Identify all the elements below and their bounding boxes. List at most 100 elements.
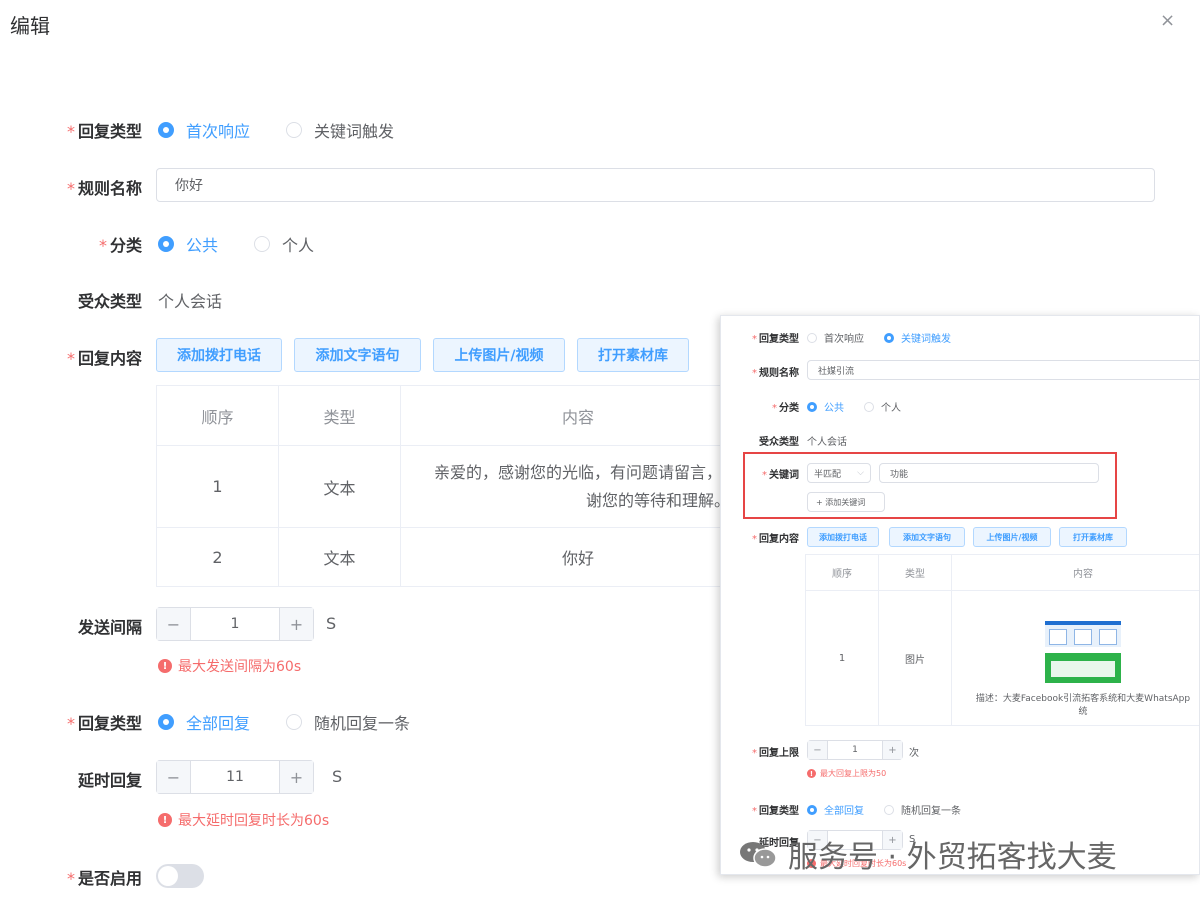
dialog-title: 编辑: [10, 14, 50, 38]
inset-screenshot: * 回复类型 首次响应 关键词触发 * 规则名称 社媒引流 * 分类 公共 个人 受众…: [720, 315, 1200, 875]
inset-audience-label: 受众类型: [759, 437, 799, 448]
enabled-toggle[interactable]: [156, 864, 204, 888]
cell-order: 1: [156, 445, 279, 528]
radio-dot-icon: [807, 804, 817, 815]
inset-col-type: 类型: [878, 554, 952, 591]
inset-add-phone-button[interactable]: 添加拨打电话: [807, 527, 879, 547]
inset-radio-reply-random[interactable]: 随机回复一条: [884, 802, 961, 817]
add-text-button[interactable]: 添加文字语句: [294, 338, 421, 372]
inset-limit-error: ! 最大回复上限为50: [807, 768, 886, 779]
category-label: * 分类: [98, 236, 142, 255]
inset-reply-mode-label: * 回复类型: [752, 806, 799, 817]
cell-content: 亲爱的，感谢您的光临，有问题请留言， 谢您的等待和理解。: [400, 445, 756, 528]
radio-public[interactable]: 公共: [158, 232, 218, 256]
content-label: * 回复内容: [66, 349, 142, 368]
inset-add-text-button[interactable]: 添加文字语句: [889, 527, 965, 547]
radio-dot-icon: [807, 401, 817, 412]
inset-reply-type-label: * 回复类型: [752, 334, 799, 345]
cell-type: 文本: [278, 527, 401, 587]
inset-limit-unit: 次: [909, 748, 919, 759]
inset-radio-first-response[interactable]: 首次响应: [807, 330, 864, 345]
plus-icon[interactable]: +: [882, 741, 902, 759]
radio-dot-icon: [158, 122, 174, 138]
minus-icon[interactable]: −: [157, 608, 191, 640]
radio-dot-icon: [807, 332, 817, 343]
inset-col-content: 内容: [951, 554, 1199, 591]
radio-first-response[interactable]: 首次响应: [158, 118, 250, 142]
minus-icon[interactable]: −: [808, 741, 828, 759]
close-icon[interactable]: ×: [1160, 10, 1175, 31]
inset-rule-name-input[interactable]: 社媒引流: [807, 360, 1199, 380]
col-order: 顺序: [156, 385, 279, 446]
delay-value[interactable]: 11: [191, 761, 279, 793]
cell-order: 2: [156, 527, 279, 587]
chevron-down-icon: ⌵: [857, 468, 864, 478]
enabled-label: * 是否启用: [66, 869, 142, 888]
interval-error: ! 最大发送间隔为60s: [158, 656, 301, 676]
thumbnail-image: [1045, 621, 1121, 683]
keyword-input[interactable]: 功能: [879, 463, 1099, 483]
inset-cell-type: 图片: [878, 590, 952, 726]
interval-value[interactable]: 1: [191, 608, 279, 640]
col-type: 类型: [278, 385, 401, 446]
col-content: 内容: [400, 385, 756, 446]
radio-reply-random[interactable]: 随机回复一条: [286, 710, 410, 734]
plus-icon[interactable]: +: [279, 608, 313, 640]
inset-limit-stepper[interactable]: − 1 +: [807, 740, 903, 760]
plus-icon[interactable]: +: [279, 761, 313, 793]
radio-dot-icon: [286, 122, 303, 138]
inset-cell-order: 1: [805, 590, 879, 726]
audience-value: 个人会话: [158, 292, 223, 311]
inset-library-button[interactable]: 打开素材库: [1059, 527, 1127, 547]
radio-dot-icon: [254, 236, 271, 252]
delay-label: 延时回复: [77, 771, 142, 790]
table-row: 1 文本 亲爱的，感谢您的光临，有问题请留言， 谢您的等待和理解。: [156, 445, 756, 528]
inset-col-order: 顺序: [805, 554, 879, 591]
error-icon: !: [158, 813, 172, 827]
inset-radio-public[interactable]: 公共: [807, 399, 844, 414]
radio-personal[interactable]: 个人: [254, 232, 314, 256]
content-table: 顺序 类型 内容 1 文本 亲爱的，感谢您的光临，有问题请留言， 谢您的等待和理解…: [156, 385, 756, 587]
inset-radio-reply-all[interactable]: 全部回复: [807, 802, 864, 817]
watermark-text: 服务号 · 外贸拓客找大麦: [788, 840, 1117, 875]
match-select[interactable]: 半匹配 ⌵: [807, 463, 871, 483]
upload-media-button[interactable]: 上传图片/视频: [433, 338, 565, 372]
interval-unit: S: [326, 614, 337, 633]
cell-type: 文本: [278, 445, 401, 528]
radio-dot-icon: [884, 332, 894, 343]
open-library-button[interactable]: 打开素材库: [577, 338, 689, 372]
error-icon: !: [158, 659, 172, 673]
minus-icon[interactable]: −: [157, 761, 191, 793]
error-icon: !: [807, 769, 816, 778]
inset-limit-value[interactable]: 1: [828, 741, 882, 759]
inset-limit-label: * 回复上限: [752, 748, 799, 759]
cell-content: 你好: [400, 527, 756, 587]
add-keyword-button[interactable]: + 添加关键词: [807, 492, 885, 512]
inset-cell-content: 描述：大麦Facebook引流拓客系统和大麦WhatsApp 统: [951, 590, 1199, 726]
radio-dot-icon: [158, 236, 174, 252]
table-row: 1 图片 描述：大麦Facebook引流拓客系统和大麦WhatsApp 统: [805, 590, 1199, 726]
inset-upload-button[interactable]: 上传图片/视频: [973, 527, 1051, 547]
inset-audience-value: 个人会话: [807, 437, 847, 448]
radio-dot-icon: [286, 714, 303, 730]
reply-mode-label: * 回复类型: [66, 714, 142, 733]
radio-dot-icon: [864, 401, 874, 412]
radio-dot-icon: [158, 714, 174, 730]
inset-category-label: * 分类: [772, 403, 799, 414]
inset-radio-personal[interactable]: 个人: [864, 399, 901, 414]
audience-label: 受众类型: [77, 292, 142, 311]
delay-unit: S: [332, 767, 343, 786]
interval-stepper[interactable]: − 1 +: [156, 607, 314, 641]
wechat-icon: [740, 842, 777, 868]
rule-name-input[interactable]: 你好: [156, 168, 1155, 202]
inset-rule-name-label: * 规则名称: [752, 368, 799, 379]
inset-radio-keyword[interactable]: 关键词触发: [884, 330, 951, 345]
radio-reply-all[interactable]: 全部回复: [158, 710, 250, 734]
inset-content-table: 顺序 类型 内容 1 图片 描述：大麦Facebook引流拓客系统和大麦What…: [805, 554, 1199, 726]
add-phone-button[interactable]: 添加拨打电话: [156, 338, 282, 372]
reply-type-label: * 回复类型: [66, 122, 142, 141]
radio-keyword-trigger[interactable]: 关键词触发: [286, 118, 394, 142]
rule-name-label: * 规则名称: [66, 179, 142, 198]
delay-stepper[interactable]: − 11 +: [156, 760, 314, 794]
interval-label: 发送间隔: [77, 618, 142, 637]
